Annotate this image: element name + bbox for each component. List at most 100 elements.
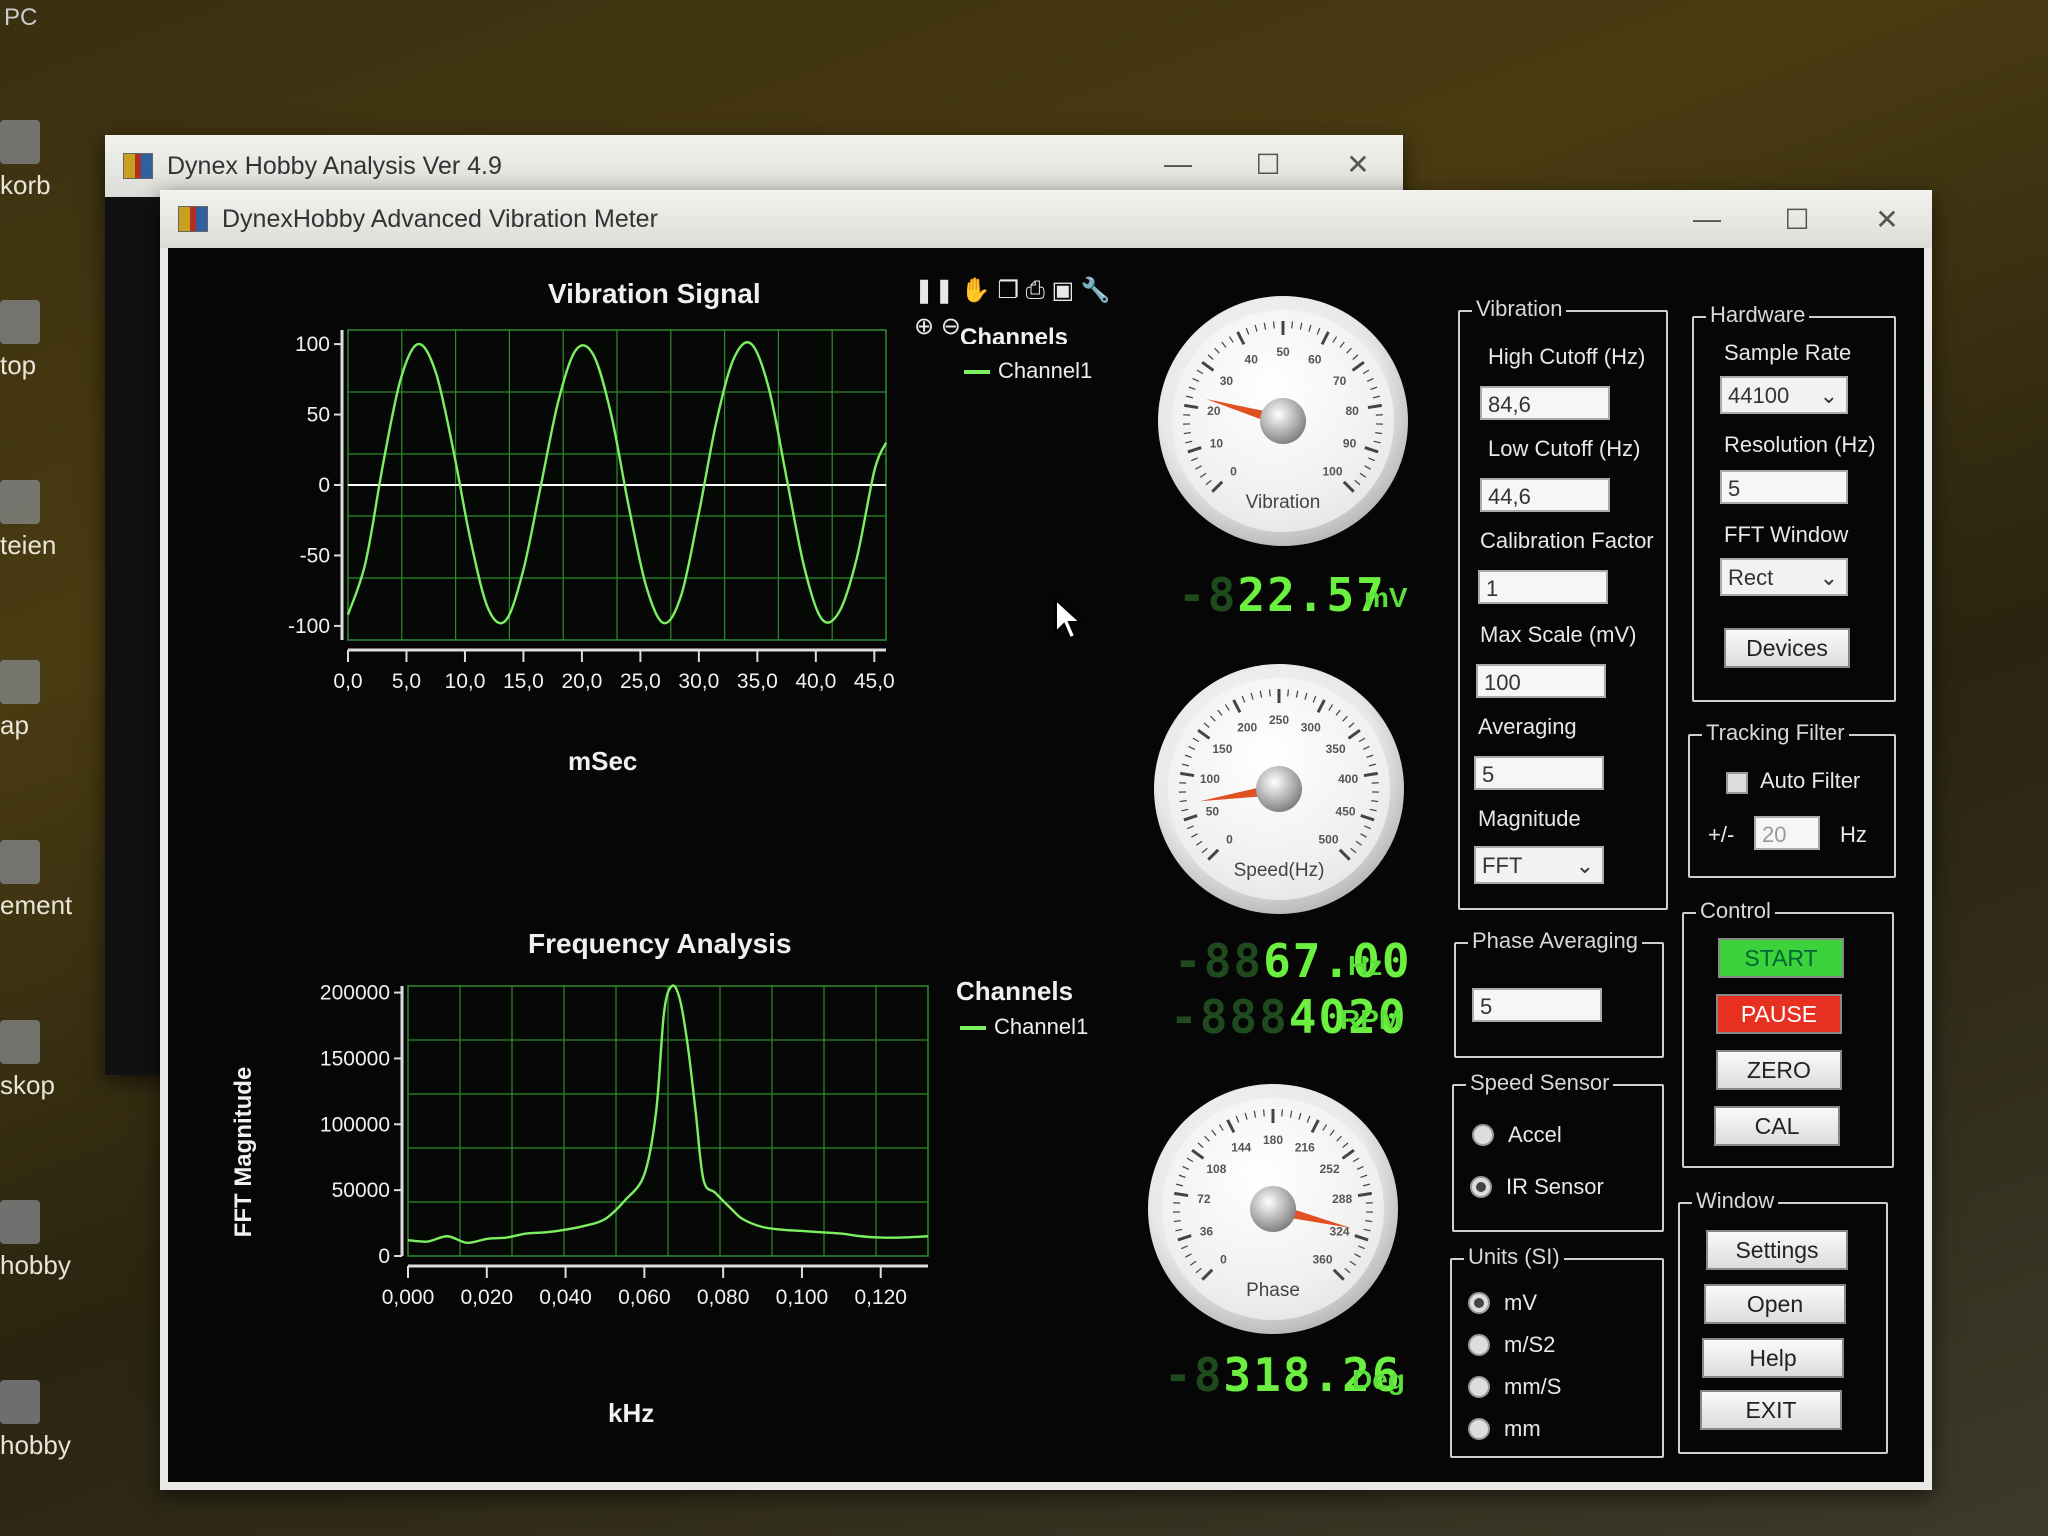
gauge-tick-label: 10 [1210, 437, 1224, 451]
y-tick-label: 0 [378, 1245, 390, 1268]
open-button[interactable]: Open [1704, 1284, 1846, 1324]
gauge-major-tick [1338, 848, 1351, 861]
gauge-tick-label: 180 [1263, 1133, 1283, 1147]
resolution-input[interactable]: 5 [1720, 470, 1848, 504]
gauge-major-tick [1357, 1191, 1373, 1198]
desktop-icon[interactable]: ement [0, 840, 90, 921]
x-tick-label: 35,0 [737, 670, 778, 693]
gauge-major-tick [1341, 1149, 1355, 1160]
maximize-icon[interactable]: ☐ [1752, 203, 1842, 236]
gauge-minor-tick [1182, 1165, 1190, 1170]
gauge-major-tick [1347, 729, 1361, 740]
vibration-gauge-caption: Vibration [1245, 492, 1321, 513]
units-mv-radio[interactable] [1468, 1292, 1490, 1314]
speed-sensor-group: Speed Sensor [1452, 1070, 1664, 1232]
gauge-minor-tick [1342, 715, 1348, 722]
gauge-minor-tick [1186, 1157, 1194, 1163]
gauge-minor-tick [1289, 1110, 1293, 1118]
gauge-major-tick [1201, 1268, 1214, 1281]
gauge-minor-tick [1335, 709, 1341, 716]
gauge-minor-tick [1356, 1165, 1364, 1170]
fft-window-select[interactable]: Rect ⌄ [1720, 558, 1848, 596]
settings-button[interactable]: Settings [1706, 1230, 1848, 1270]
frequency-legend-title: Channels [956, 976, 1074, 1006]
desktop-icon[interactable]: hobby [0, 1200, 90, 1281]
calibration-factor-input[interactable]: 1 [1478, 570, 1608, 604]
magnitude-select[interactable]: FFT ⌄ [1474, 846, 1604, 884]
desktop-icon[interactable]: hobby [0, 1380, 90, 1461]
wrench-icon[interactable]: 🔧 [1081, 277, 1111, 304]
main-window-titlebar[interactable]: DynexHobby Advanced Vibration Meter — ☐ … [160, 190, 1932, 248]
gauge-minor-tick [1362, 1183, 1371, 1187]
help-button[interactable]: Help [1702, 1338, 1844, 1378]
x-tick-label: 30,0 [678, 670, 719, 693]
gauge-minor-tick [1339, 341, 1345, 348]
print-icon[interactable]: ⎙ [1026, 277, 1045, 304]
resolution-label: Resolution (Hz) [1724, 432, 1876, 457]
frequency-legend-item: Channel1 [960, 1014, 1088, 1040]
y-tick-label: 0 [318, 474, 330, 497]
close-icon[interactable]: ✕ [1313, 148, 1403, 181]
gauge-tick-label: 20 [1207, 404, 1221, 418]
gauge-minor-tick [1173, 1220, 1181, 1223]
gauge-tick-label: 50 [1206, 805, 1220, 819]
high-cutoff-input[interactable]: 84,6 [1480, 386, 1610, 420]
desktop-icon[interactable]: ap [0, 660, 90, 741]
devices-button[interactable]: Devices [1724, 628, 1850, 668]
units-ms2-radio[interactable] [1468, 1334, 1490, 1356]
phase-averaging-input[interactable]: 5 [1472, 988, 1602, 1022]
gauge-minor-tick [1287, 689, 1290, 697]
minimize-icon[interactable]: — [1662, 203, 1752, 235]
exit-button[interactable]: EXIT [1700, 1390, 1842, 1430]
start-button[interactable]: START [1718, 938, 1844, 978]
desktop-icon[interactable]: teien [0, 480, 90, 561]
gauge-minor-tick [1217, 709, 1223, 716]
gauge-minor-tick [1354, 1253, 1361, 1258]
save-icon[interactable]: ▣ [1052, 277, 1075, 304]
low-cutoff-input[interactable]: 44,6 [1480, 478, 1610, 512]
tracking-range-input[interactable]: 20 [1754, 816, 1820, 850]
gauge-minor-tick [1191, 833, 1198, 838]
auto-filter-checkbox[interactable] [1726, 772, 1748, 794]
low-cutoff-label: Low Cutoff (Hz) [1488, 436, 1641, 461]
gauge-major-tick [1187, 446, 1202, 454]
group-title: Speed Sensor [1466, 1070, 1614, 1096]
vibration-chart: 100 50 0 -50 -100 0,0 5,0 10,0 15,0 20,0 25,0 30,0 3… [288, 329, 895, 693]
desktop-icon[interactable]: skop [0, 1020, 90, 1101]
gauge-tick-label: 0 [1220, 1252, 1227, 1266]
pan-icon[interactable]: ✋ [961, 277, 991, 304]
gauge-minor-tick [1308, 324, 1312, 332]
chevron-down-icon: ⌄ [1575, 853, 1594, 878]
max-scale-input[interactable]: 100 [1476, 664, 1606, 698]
x-tick-label: 5,0 [392, 670, 421, 693]
desktop-icon[interactable]: top [0, 300, 90, 381]
gauge-minor-tick [1329, 1129, 1335, 1136]
gauge-tick-label: 30 [1220, 374, 1234, 388]
units-mms-radio[interactable] [1468, 1376, 1490, 1398]
sample-rate-select[interactable]: 44100 ⌄ [1720, 376, 1848, 414]
pause-button[interactable]: PAUSE [1716, 994, 1842, 1034]
gauge-minor-tick [1363, 1228, 1371, 1232]
speed-sensor-accel-radio[interactable] [1472, 1124, 1494, 1146]
gauge-major-tick [1351, 361, 1365, 372]
gauge-tick-label: 108 [1206, 1162, 1226, 1176]
minimize-icon[interactable]: — [1133, 148, 1223, 180]
cal-button[interactable]: CAL [1714, 1106, 1840, 1146]
x-tick-label: 10,0 [445, 670, 486, 693]
close-icon[interactable]: ✕ [1842, 203, 1932, 236]
averaging-input[interactable]: 5 [1474, 756, 1604, 790]
gauge-minor-tick [1348, 722, 1355, 728]
copy-icon[interactable]: ❐ [997, 277, 1019, 304]
gauge-minor-tick [1175, 1183, 1184, 1187]
pause-icon[interactable]: ❚❚ [914, 277, 954, 304]
gauge-minor-tick [1244, 1112, 1248, 1120]
phase-unit: Deg [1352, 1364, 1405, 1395]
main-window[interactable]: DynexHobby Advanced Vibration Meter — ☐ … [160, 190, 1932, 1490]
zero-button[interactable]: ZERO [1716, 1050, 1842, 1090]
back-window-titlebar[interactable]: Dynex Hobby Analysis Ver 4.9 — ☐ ✕ [105, 135, 1403, 197]
speed-sensor-ir-radio[interactable] [1470, 1176, 1492, 1198]
units-mm-radio[interactable] [1468, 1418, 1490, 1440]
maximize-icon[interactable]: ☐ [1223, 148, 1313, 181]
desktop-icon[interactable]: korb [0, 120, 90, 201]
gauge-tick-label: 150 [1212, 742, 1232, 756]
